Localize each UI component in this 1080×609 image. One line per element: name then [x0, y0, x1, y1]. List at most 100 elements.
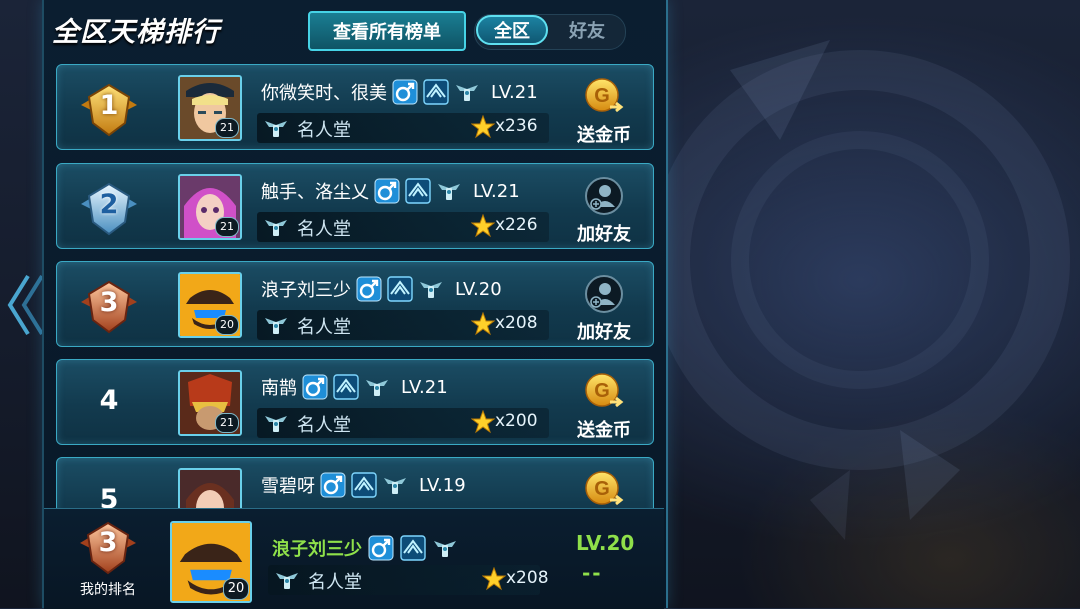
tier-icon: [333, 374, 359, 400]
my-rank-label: 我的排名: [80, 582, 136, 598]
gold-coin-send-icon: [584, 372, 624, 412]
avatar[interactable]: [178, 468, 242, 508]
rank-title: 名人堂: [297, 219, 351, 240]
star-count: x236: [495, 116, 538, 136]
add-friend-icon: [584, 274, 624, 314]
wing-emblem-icon: [436, 178, 462, 204]
tier-icon: [400, 535, 426, 561]
my-level: LV.20: [576, 531, 635, 555]
wing-emblem-icon: [382, 472, 408, 498]
my-rank-title-bar: 名人堂 x208: [268, 565, 549, 595]
avatar-level-badge: 20: [223, 578, 249, 600]
male-gender-icon: [356, 276, 382, 302]
male-gender-icon: [302, 374, 328, 400]
my-extra: --: [582, 561, 603, 585]
avatar[interactable]: 21: [178, 174, 242, 240]
avatar-level-badge: 20: [215, 315, 239, 335]
my-star-count: x208: [506, 568, 549, 588]
ranking-row[interactable]: 1 21 你微笑时、很美 LV.21 名人堂 x236 送金币: [56, 64, 654, 150]
add-friend-button[interactable]: 加好友: [567, 274, 641, 344]
rank-number: 3: [99, 287, 119, 318]
wing-emblem-icon: [263, 312, 289, 338]
avatar[interactable]: 20: [178, 272, 242, 338]
avatar[interactable]: 21: [178, 75, 242, 141]
page-title: 全区天梯排行: [52, 17, 220, 48]
view-all-rankings-button[interactable]: 查看所有榜单: [308, 11, 466, 51]
rank-title-bar: 名人堂 x236: [257, 113, 549, 143]
star-icon: [471, 214, 495, 238]
tier-icon: [405, 178, 431, 204]
player-name: 触手、洛尘乂: [261, 182, 369, 203]
wing-emblem-icon: [454, 79, 480, 105]
male-gender-icon: [374, 178, 400, 204]
player-name: 你微笑时、很美: [261, 83, 387, 104]
rank-number: 1: [99, 90, 119, 121]
tier-icon: [423, 79, 449, 105]
player-level: LV.21: [491, 81, 538, 103]
player-name: 浪子刘三少: [261, 280, 351, 301]
ranking-row[interactable]: 3 20 浪子刘三少 LV.20 名人堂 x208 加好友: [56, 261, 654, 347]
player-name: 雪碧呀: [261, 476, 315, 497]
send-gold-button[interactable]: 送金币: [567, 372, 641, 442]
send-gold-button[interactable]: [567, 470, 641, 508]
wing-emblem-icon: [263, 115, 289, 141]
rank-number: 2: [99, 189, 119, 220]
male-gender-icon: [320, 472, 346, 498]
add-friend-button[interactable]: 加好友: [567, 176, 641, 246]
gold-coin-send-icon: [584, 77, 624, 117]
rank-number: 4: [99, 385, 119, 416]
send-gold-button[interactable]: 送金币: [567, 77, 641, 147]
wing-emblem-icon: [432, 535, 458, 561]
wing-emblem-icon: [364, 374, 390, 400]
rank-title-bar: 名人堂 x208: [257, 310, 549, 340]
player-level: LV.21: [473, 180, 520, 202]
tab-friends[interactable]: 好友: [556, 15, 618, 45]
wing-emblem-icon: [263, 214, 289, 240]
action-label: 送金币: [577, 420, 631, 441]
star-count: x208: [495, 313, 538, 333]
male-gender-icon: [368, 535, 394, 561]
gold-coin-send-icon: [584, 470, 624, 508]
avatar-level-badge: 21: [215, 118, 239, 138]
star-icon: [471, 312, 495, 336]
background-artwork: [660, 0, 1080, 608]
wing-emblem-icon: [274, 567, 300, 593]
ranking-row[interactable]: 4 21 南鹊 LV.21 名人堂 x200 送金币: [56, 359, 654, 445]
player-level: LV.19: [419, 474, 466, 496]
my-rank-title: 名人堂: [308, 572, 362, 593]
star-icon: [471, 410, 495, 434]
rank-number: 5: [99, 484, 119, 508]
action-label: 加好友: [577, 322, 631, 343]
ranking-row[interactable]: 5 雪碧呀 LV.19: [56, 457, 654, 508]
rank-title: 名人堂: [297, 415, 351, 436]
star-icon: [482, 567, 506, 591]
avatar[interactable]: 21: [178, 370, 242, 436]
my-rank-number: 3: [98, 527, 118, 558]
tier-icon: [387, 276, 413, 302]
player-name: 南鹊: [261, 378, 297, 399]
star-count: x200: [495, 411, 538, 431]
my-rank-bar: 3 我的排名 20 浪子刘三少 名人堂 x208 LV.20 --: [44, 508, 664, 609]
ranking-row[interactable]: 2 21 触手、洛尘乂 LV.21 名人堂 x226 加好友: [56, 163, 654, 249]
tab-all-server[interactable]: 全区: [476, 15, 548, 45]
star-count: x226: [495, 215, 538, 235]
avatar-level-badge: 21: [215, 217, 239, 237]
add-friend-icon: [584, 176, 624, 216]
avatar-level-badge: 21: [215, 413, 239, 433]
action-label: 加好友: [577, 224, 631, 245]
player-level: LV.20: [455, 278, 502, 300]
rank-title: 名人堂: [297, 317, 351, 338]
wing-emblem-icon: [418, 276, 444, 302]
player-level: LV.21: [401, 376, 448, 398]
ranking-list[interactable]: 1 21 你微笑时、很美 LV.21 名人堂 x236 送金币 2 21 触手、…: [56, 64, 656, 508]
tier-icon: [351, 472, 377, 498]
rank-title-bar: 名人堂 x200: [257, 408, 549, 438]
wing-emblem-icon: [263, 410, 289, 436]
action-label: 送金币: [577, 125, 631, 146]
my-player-name: 浪子刘三少: [272, 539, 362, 560]
rank-title-bar: 名人堂 x226: [257, 212, 549, 242]
star-icon: [471, 115, 495, 139]
my-avatar[interactable]: 20: [170, 521, 252, 603]
rank-title: 名人堂: [297, 120, 351, 141]
male-gender-icon: [392, 79, 418, 105]
